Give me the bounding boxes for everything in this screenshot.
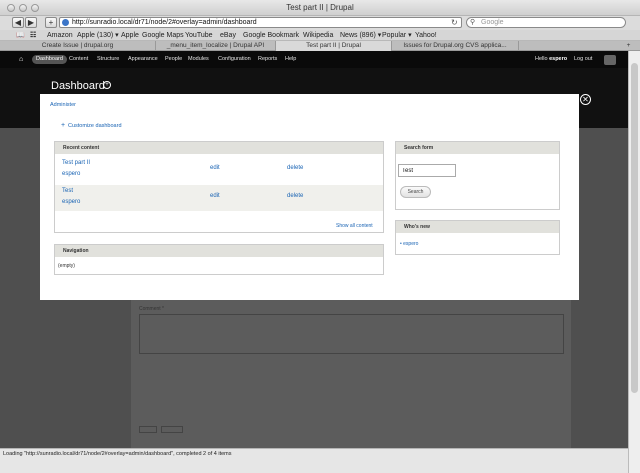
bg-button	[161, 426, 183, 433]
delete-link[interactable]: delete	[287, 165, 303, 171]
browser-tab[interactable]: _menu_item_localize | Drupal API	[156, 41, 276, 51]
edit-link[interactable]: edit	[210, 165, 220, 171]
dashboard-overlay: Administer + Customize dashboard Recent …	[40, 94, 579, 300]
globe-icon	[62, 19, 69, 26]
username[interactable]: espero	[549, 56, 567, 62]
browser-tab[interactable]: Issues for Drupal.org CVS applica...	[392, 41, 519, 51]
url-field[interactable]: http://sunradio.local/dr71/node/2#overla…	[59, 17, 462, 28]
edit-link[interactable]: edit	[210, 193, 220, 199]
block-title: Who's new	[396, 221, 559, 233]
url-text: http://sunradio.local/dr71/node/2#overla…	[72, 19, 257, 26]
table-row: Test espero edit delete	[55, 185, 383, 211]
status-text: Loading "http://sunradio.local/dr71/node…	[3, 451, 232, 457]
search-form-block: Search form Search	[395, 141, 560, 210]
author-link[interactable]: espero	[62, 171, 80, 177]
table-row: Test part II espero edit delete	[55, 157, 383, 183]
bookmark-link[interactable]: Popular ▾	[382, 30, 412, 41]
toolbar-reports[interactable]: Reports	[258, 51, 277, 68]
bullet-icon: •	[400, 241, 402, 247]
search-icon: ⚲	[470, 19, 476, 26]
search-input[interactable]	[398, 164, 456, 177]
browser-tab[interactable]: Create Issue | drupal.org	[0, 41, 156, 51]
toolbar-people[interactable]: People	[165, 51, 182, 68]
bg-comment-textarea	[139, 314, 564, 354]
toolbar-dashboard[interactable]: Dashboard	[32, 55, 67, 64]
web-search-input[interactable]: ⚲ Google	[466, 17, 626, 28]
add-bookmark-button[interactable]: +	[45, 17, 57, 28]
bookmark-link[interactable]: Apple (130) ▾	[77, 30, 119, 41]
browser-tab-active[interactable]: Test part II | Drupal	[276, 41, 392, 51]
user-link[interactable]: espero	[403, 241, 418, 247]
bookmark-link[interactable]: Apple	[121, 30, 139, 41]
admin-toolbar: ⌂ Dashboard Content Structure Appearance…	[0, 51, 628, 68]
toolbar-help[interactable]: Help	[285, 51, 296, 68]
block-title: Search form	[396, 142, 559, 154]
bookmark-link[interactable]: Google Maps	[142, 30, 184, 41]
bookmark-link[interactable]: eBay	[220, 30, 236, 41]
window-title: Test part II | Drupal	[286, 3, 354, 12]
search-placeholder: Google	[481, 19, 504, 26]
block-title: Recent content	[55, 142, 383, 154]
page-title: Dashboard	[51, 80, 105, 92]
logout-link[interactable]: Log out	[574, 51, 592, 68]
bookmarks-book-icon[interactable]: 📖	[16, 30, 25, 41]
forward-button[interactable]: ▶	[25, 17, 37, 28]
toolbar-structure[interactable]: Structure	[97, 51, 119, 68]
empty-text: (empty)	[58, 263, 75, 269]
show-all-content-link[interactable]: Show all content	[336, 223, 373, 229]
toolbar-appearance[interactable]: Appearance	[128, 51, 158, 68]
bookmark-link[interactable]: News (896) ▾	[340, 30, 381, 41]
bookmark-link[interactable]: Google Bookmark	[243, 30, 299, 41]
bg-button	[139, 426, 157, 433]
toolbar-content[interactable]: Content	[69, 51, 88, 68]
toolbar-toggle-button[interactable]	[604, 55, 616, 65]
hello-text: Hello espero	[535, 56, 568, 62]
toolbar-modules[interactable]: Modules	[188, 51, 209, 68]
reload-icon[interactable]: ↻	[451, 16, 458, 30]
scrollbar-thumb[interactable]	[631, 63, 638, 393]
customize-dashboard-link[interactable]: Customize dashboard	[68, 123, 122, 129]
whos-new-block: Who's new • espero	[395, 220, 560, 255]
delete-link[interactable]: delete	[287, 193, 303, 199]
recent-content-block: Recent content Test part II espero edit …	[54, 141, 384, 233]
toolbar-configuration[interactable]: Configuration	[218, 51, 251, 68]
author-link[interactable]: espero	[62, 199, 80, 205]
new-tab-button[interactable]: +	[617, 41, 640, 51]
node-title-link[interactable]: Test	[62, 188, 73, 194]
home-icon[interactable]: ⌂	[19, 51, 23, 68]
close-icon[interactable]: ✕	[580, 94, 591, 105]
browser-navbar: ◀ ▶ + http://sunradio.local/dr71/node/2#…	[0, 16, 640, 30]
top-sites-icon[interactable]: ☷	[30, 30, 36, 41]
plus-icon: +	[61, 122, 66, 129]
tab-bar: Create Issue | drupal.org _menu_item_loc…	[0, 41, 640, 51]
dimmed-comment-form: Comment *	[131, 296, 571, 448]
plus-circle-icon[interactable]: +	[103, 81, 111, 89]
window-titlebar: Test part II | Drupal	[0, 0, 640, 16]
bg-comment-label: Comment *	[139, 306, 165, 312]
bookmark-link[interactable]: Yahoo!	[415, 30, 437, 41]
breadcrumb-administer[interactable]: Administer	[50, 102, 76, 108]
node-title-link[interactable]: Test part II	[62, 160, 90, 166]
bookmark-link[interactable]: Amazon	[47, 30, 73, 41]
bookmark-link[interactable]: Wikipedia	[303, 30, 333, 41]
navigation-block: Navigation (empty)	[54, 244, 384, 275]
status-bar: Loading "http://sunradio.local/dr71/node…	[0, 448, 628, 473]
bookmark-link[interactable]: YouTube	[185, 30, 213, 41]
block-title: Navigation	[55, 245, 383, 257]
list-item: • espero	[400, 241, 418, 247]
page-scrollbar[interactable]	[628, 51, 640, 473]
search-button[interactable]: Search	[400, 186, 431, 198]
bookmarks-bar: 📖 ☷ Amazon Apple (130) ▾ Apple Google Ma…	[0, 30, 640, 41]
back-button[interactable]: ◀	[12, 17, 24, 28]
